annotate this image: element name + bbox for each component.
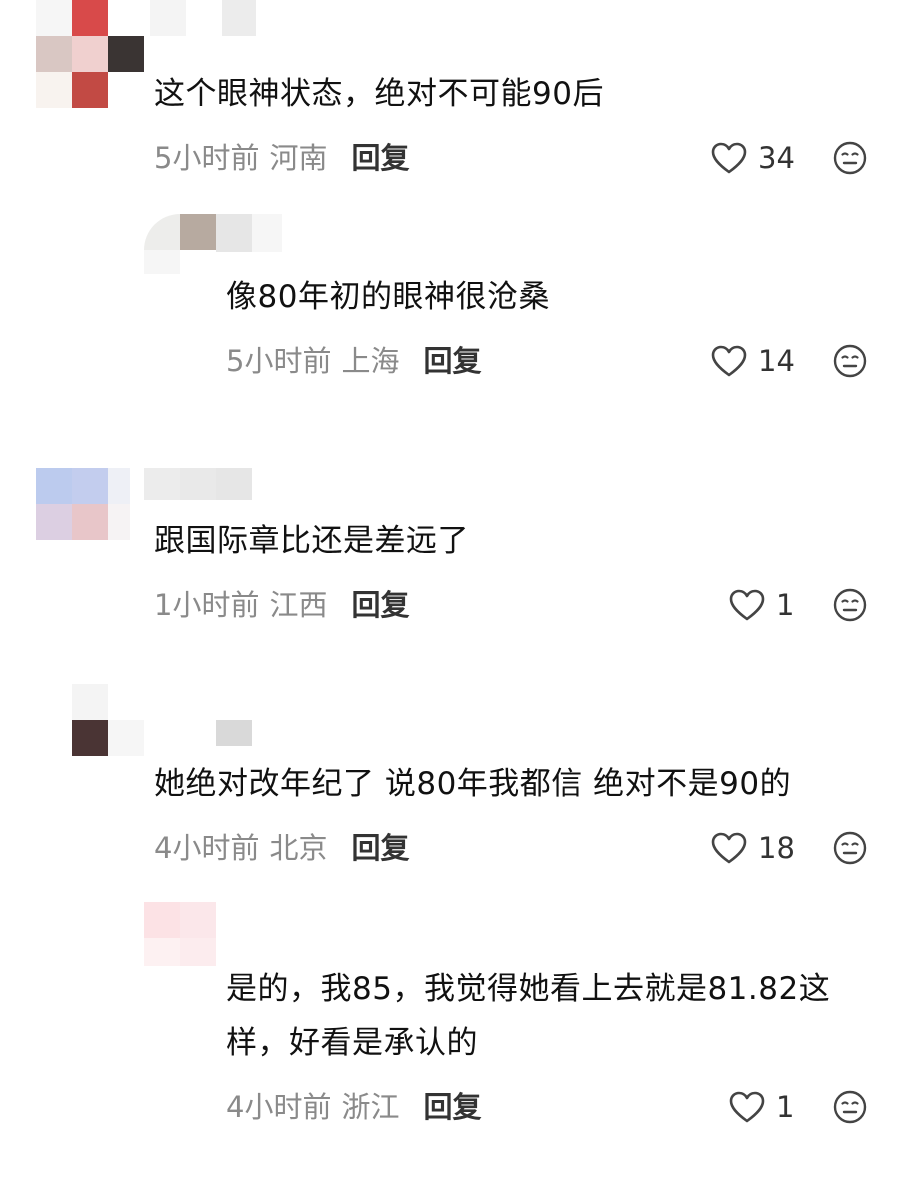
comment-text-line-2: 样，好看是承认的	[226, 1025, 478, 1061]
comment-location: 江西	[269, 588, 328, 622]
comment-meta: 4小时前 北京 回复	[154, 828, 409, 868]
reply-button[interactable]: 回复	[351, 588, 409, 622]
avatar[interactable]	[36, 0, 144, 108]
comment-location: 北京	[269, 831, 328, 865]
comment-meta: 5小时前 河南 回复	[154, 138, 409, 178]
like-count: 1	[776, 588, 795, 622]
heart-outline-icon	[729, 1091, 765, 1123]
comment-text: 跟国际章比还是差远了	[154, 523, 469, 559]
comment-location: 河南	[269, 141, 328, 175]
like-button[interactable]: 18	[710, 828, 795, 868]
comment-text: 她绝对改年纪了 说80年我都信 绝对不是90的	[154, 766, 792, 802]
comment-meta: 1小时前 江西 回复	[154, 585, 409, 625]
comment-location: 浙江	[341, 1090, 400, 1124]
heart-outline-icon	[711, 345, 747, 377]
username-blurred[interactable]	[216, 214, 286, 252]
like-button[interactable]: 1	[728, 585, 794, 625]
avatar[interactable]	[144, 214, 216, 274]
comment-time: 5小时前	[226, 344, 332, 378]
heart-outline-icon	[711, 832, 747, 864]
reply-button[interactable]: 回复	[423, 344, 481, 378]
comment-time: 4小时前	[154, 831, 260, 865]
comment-text-line-1: 是的，我85，我觉得她看上去就是81.82这	[226, 971, 831, 1007]
like-count: 34	[758, 141, 795, 175]
comment-meta: 5小时前 上海 回复	[226, 341, 481, 381]
comment-meta: 4小时前 浙江 回复	[226, 1087, 481, 1127]
comment-text: 像80年初的眼神很沧桑	[226, 279, 550, 315]
like-count: 14	[758, 344, 795, 378]
neutral-face-icon[interactable]	[832, 587, 868, 623]
neutral-face-icon[interactable]	[832, 1089, 868, 1125]
reply-button[interactable]: 回复	[351, 831, 409, 865]
comment-time: 5小时前	[154, 141, 260, 175]
heart-outline-icon	[711, 142, 747, 174]
username-blurred[interactable]	[150, 0, 260, 46]
neutral-face-icon[interactable]	[832, 343, 868, 379]
heart-outline-icon	[729, 589, 765, 621]
comment-time: 4小时前	[226, 1090, 332, 1124]
username-blurred[interactable]	[144, 468, 252, 500]
avatar[interactable]	[72, 684, 144, 756]
reply-button[interactable]: 回复	[423, 1090, 481, 1124]
like-button[interactable]: 14	[710, 341, 795, 381]
reply-button[interactable]: 回复	[351, 141, 409, 175]
like-button[interactable]: 1	[728, 1087, 794, 1127]
like-button[interactable]: 34	[710, 138, 795, 178]
comment-time: 1小时前	[154, 588, 260, 622]
comment-text: 这个眼神状态，绝对不可能90后	[154, 76, 604, 112]
neutral-face-icon[interactable]	[832, 830, 868, 866]
comment-location: 上海	[341, 344, 400, 378]
avatar[interactable]	[36, 468, 130, 540]
username-blurred[interactable]	[216, 720, 252, 746]
like-count: 1	[776, 1090, 795, 1124]
avatar[interactable]	[144, 902, 216, 966]
like-count: 18	[758, 831, 795, 865]
neutral-face-icon[interactable]	[832, 140, 868, 176]
